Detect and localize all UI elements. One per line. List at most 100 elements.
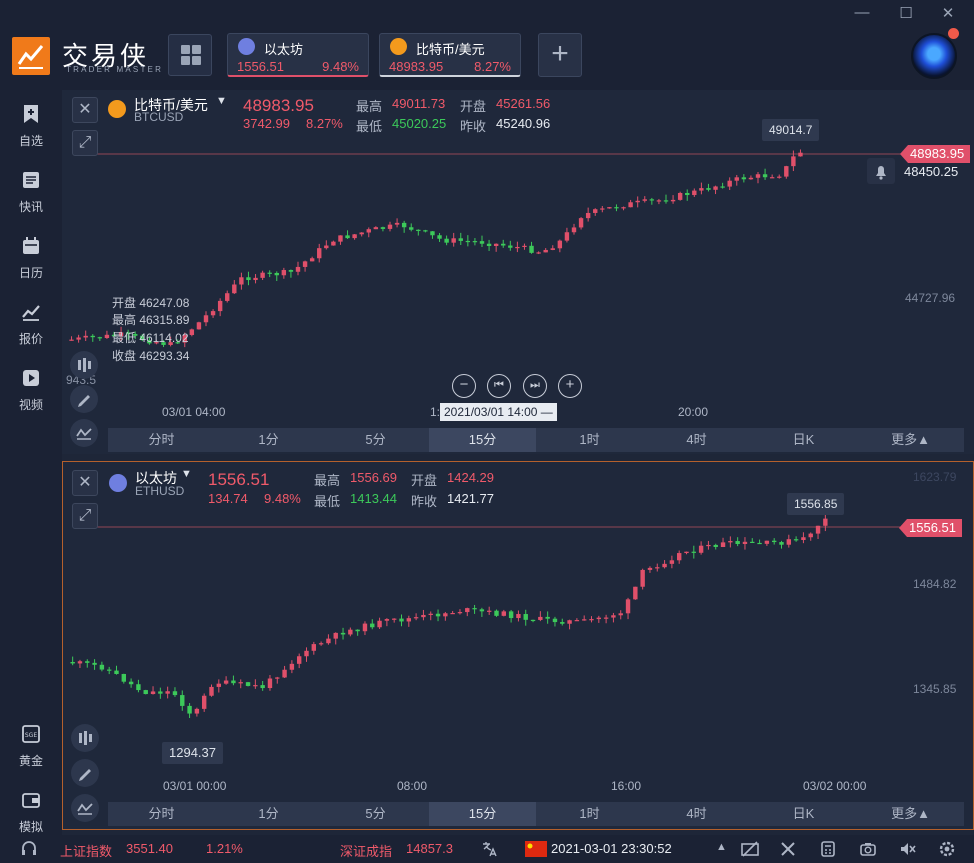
candle — [362, 621, 368, 636]
candle — [720, 537, 726, 548]
candle — [99, 661, 105, 672]
candle-type-button[interactable] — [71, 724, 99, 752]
no-chart-icon[interactable] — [740, 840, 760, 858]
candle — [823, 514, 828, 532]
candle — [755, 171, 761, 184]
candle — [97, 336, 103, 341]
low-value: 1413.44 — [350, 491, 397, 506]
sidebar-item-watchlist[interactable]: 自选 — [0, 96, 62, 152]
index-name[interactable]: 深证成指 — [340, 841, 392, 860]
expand-up-icon[interactable]: ▲ — [716, 841, 727, 853]
candle — [501, 609, 507, 617]
ticker-tab-eth[interactable]: 以太坊 1556.51 9.48% — [227, 33, 369, 77]
candle — [384, 618, 390, 627]
candle-type-button[interactable] — [70, 351, 98, 379]
translate-icon[interactable] — [480, 840, 498, 858]
minimize-icon[interactable]: — — [852, 4, 872, 21]
bell-icon — [876, 166, 886, 180]
candle — [85, 659, 90, 668]
calculator-icon[interactable] — [819, 840, 837, 858]
maximize-icon[interactable]: ☐ — [896, 4, 916, 22]
candle — [282, 665, 287, 678]
sidebar-item-calendar[interactable]: 日历 — [0, 228, 62, 284]
timeframe-tab[interactable]: 4时 — [643, 802, 750, 826]
timeframe-tab[interactable]: 分时 — [108, 802, 215, 826]
candle — [275, 676, 280, 684]
index-change: 1.21% — [206, 841, 243, 856]
candle — [443, 611, 448, 621]
x-axis-label: 20:00 — [678, 405, 709, 419]
draw-tool-button[interactable] — [71, 759, 99, 787]
sidebar-item-video[interactable]: 视频 — [0, 360, 62, 416]
candle — [508, 240, 513, 251]
index-name[interactable]: 上证指数 — [60, 841, 112, 860]
candle — [338, 235, 343, 245]
close-chart-button[interactable]: ✕ — [72, 97, 98, 123]
candle — [232, 280, 237, 295]
candle — [450, 610, 455, 615]
more-timeframes-button[interactable]: 更多▲ — [857, 428, 964, 452]
timeframe-tab[interactable]: 分时 — [108, 428, 215, 452]
timeframe-tab-selected[interactable]: 15分 — [429, 428, 536, 452]
sidebar-item-quotes[interactable]: 报价 — [0, 294, 62, 350]
tools-icon[interactable] — [779, 840, 797, 858]
candle — [104, 330, 110, 339]
zoom-in-icon[interactable]: + — [558, 374, 582, 398]
settings-icon[interactable] — [938, 840, 956, 858]
timeframe-tab[interactable]: 4时 — [643, 428, 750, 452]
sidebar-item-news[interactable]: 快讯 — [0, 162, 62, 218]
user-avatar[interactable] — [911, 33, 957, 79]
sidebar-item-gold[interactable]: SGE 黄金 — [0, 716, 62, 772]
candle — [324, 240, 329, 250]
candle — [340, 627, 346, 640]
timeframe-tab[interactable]: 5分 — [322, 802, 429, 826]
skip-back-icon[interactable]: ⏮ — [487, 374, 511, 398]
timeframe-tab[interactable]: 5分 — [322, 428, 429, 452]
timeframe-tab[interactable]: 1时 — [536, 802, 643, 826]
timeframe-tab[interactable]: 1时 — [536, 428, 643, 452]
indicator-button[interactable] — [70, 419, 98, 447]
btc-candlestick-chart[interactable] — [62, 90, 974, 454]
candle — [201, 693, 207, 712]
layout-grid-button[interactable] — [168, 34, 212, 76]
candle — [706, 183, 711, 192]
candle — [165, 686, 170, 699]
candle — [611, 612, 616, 623]
video-icon — [23, 370, 39, 386]
symbol-dropdown-icon[interactable]: ▼ — [216, 95, 227, 107]
zoom-out-icon[interactable]: − — [452, 374, 476, 398]
camera-icon[interactable] — [859, 840, 877, 858]
candle — [267, 270, 272, 278]
skip-forward-icon[interactable]: ⏭ — [523, 374, 547, 398]
candle — [409, 223, 414, 232]
expand-icon[interactable]: ⤢ — [72, 503, 98, 529]
timeframe-tab[interactable]: 1分 — [215, 428, 322, 452]
sidebar-item-simulate[interactable]: 模拟 — [0, 782, 62, 838]
add-ticker-button[interactable]: + — [538, 33, 582, 77]
candle — [676, 550, 682, 564]
timeframe-tab[interactable]: 日K — [750, 802, 857, 826]
ticker-tab-btc[interactable]: 比特币/美元 48983.95 8.27% — [379, 33, 521, 77]
candle — [253, 274, 258, 284]
candle — [355, 629, 360, 636]
more-timeframes-button[interactable]: 更多▲ — [857, 802, 964, 826]
candle — [530, 619, 536, 623]
headset-icon[interactable] — [20, 840, 38, 858]
axis-label: 44727.96 — [905, 291, 956, 305]
draw-tool-button[interactable] — [70, 385, 98, 413]
svg-text:SGE: SGE — [25, 732, 37, 739]
symbol-dropdown-icon[interactable]: ▼ — [181, 468, 192, 480]
timeframe-tab[interactable]: 1分 — [215, 802, 322, 826]
candle — [493, 243, 499, 252]
candle — [656, 198, 662, 205]
close-chart-button[interactable]: ✕ — [72, 470, 98, 496]
indicator-button[interactable] — [71, 794, 99, 822]
candle — [158, 687, 163, 699]
close-icon[interactable]: ✕ — [938, 4, 958, 22]
eth-candlestick-chart[interactable] — [63, 462, 973, 829]
alert-bell-button[interactable] — [867, 158, 895, 184]
expand-icon[interactable]: ⤢ — [72, 130, 98, 156]
timeframe-tab[interactable]: 日K — [750, 428, 857, 452]
mute-icon[interactable] — [899, 840, 917, 858]
timeframe-tab-selected[interactable]: 15分 — [429, 802, 536, 826]
